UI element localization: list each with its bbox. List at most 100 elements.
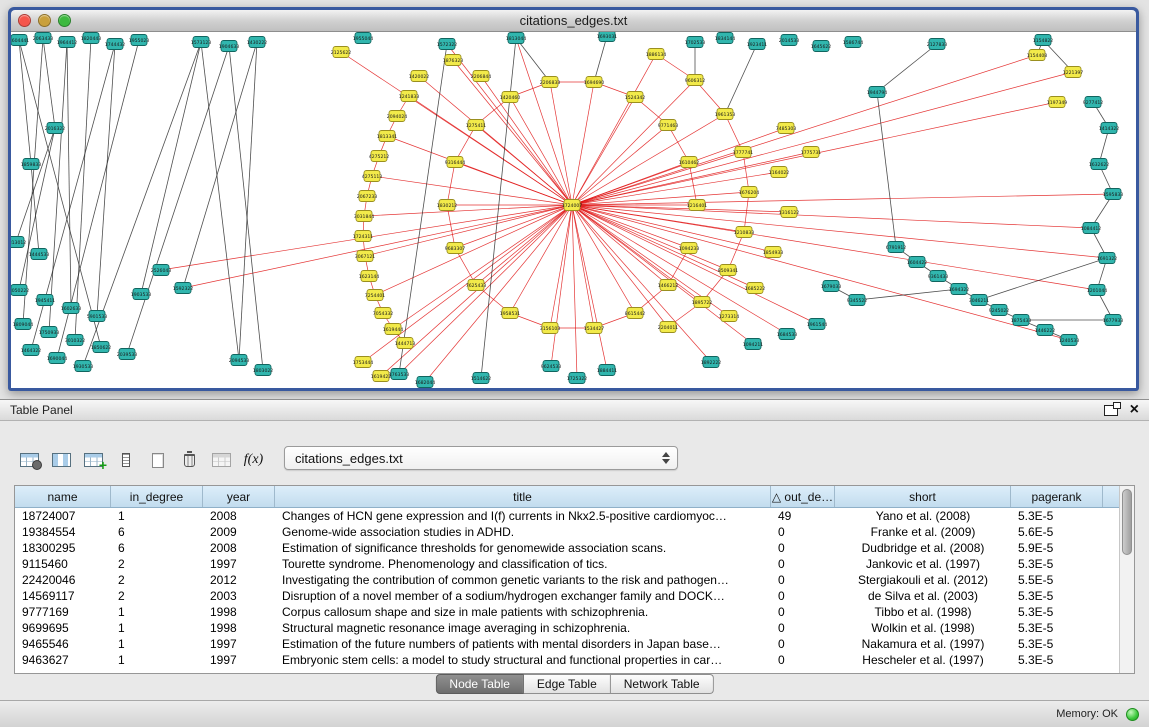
column-header-in_degree[interactable]: in_degree (111, 486, 203, 507)
graph-node-label: 1892222 (701, 360, 722, 366)
table-cell: 5.3E-5 (1011, 636, 1103, 652)
import-table-icon (212, 453, 231, 467)
table-cell: Changes of HCN gene expression and I(f) … (275, 508, 771, 524)
graph-node-label: 1586744 (843, 40, 864, 46)
graph-node-label: 1316122 (779, 210, 800, 216)
table-cell: 5.5E-5 (1011, 572, 1103, 588)
graph-node-label: 1923411 (747, 42, 768, 48)
graph-node-label: 9771463 (658, 123, 679, 129)
graph-node-label: 7254401 (365, 293, 386, 299)
close-button[interactable] (18, 14, 31, 27)
graph-node-label: 1094211 (743, 342, 764, 348)
network-canvas[interactable]: 1724007121640116104629771463152434216946… (11, 32, 1136, 388)
create-column-button[interactable] (80, 446, 107, 474)
table-cell: 2003 (203, 588, 275, 604)
table-row[interactable]: 1830029562008Estimation of significance … (15, 540, 1119, 556)
table-cell: 5.9E-5 (1011, 540, 1103, 556)
window-titlebar[interactable]: citations_edges.txt (11, 10, 1136, 32)
table-settings-button[interactable] (16, 446, 43, 474)
table-cell: 0 (771, 604, 835, 620)
graph-node-label: 3046211 (969, 298, 990, 304)
table-cell: Investigating the contribution of common… (275, 572, 771, 588)
graph-node-label: 1930533 (73, 364, 94, 370)
table-cell: 49 (771, 508, 835, 524)
graph-node-label: 1604441 (11, 38, 29, 44)
graph-edge (97, 44, 115, 316)
graph-edge (43, 38, 55, 128)
zoom-button[interactable] (58, 14, 71, 27)
scrollbar-thumb[interactable] (1122, 489, 1132, 555)
graph-node-label: 1466212 (658, 283, 679, 289)
graph-edge (572, 205, 787, 334)
graph-edge (419, 76, 572, 205)
table-row[interactable]: 1938455462009Genome-wide association stu… (15, 524, 1119, 540)
table-scrollbar[interactable] (1119, 486, 1134, 673)
graph-node-label: 1572322 (437, 42, 458, 48)
graph-edge (399, 205, 572, 374)
table-cell: 5.3E-5 (1011, 604, 1103, 620)
new-table-button[interactable] (144, 446, 171, 474)
table-cell: 1 (111, 636, 203, 652)
tab-edge-table[interactable]: Edge Table (524, 674, 611, 694)
import-table-button[interactable] (208, 446, 235, 474)
attribute-table: namein_degreeyeartitle△ out_de…shortpage… (14, 485, 1135, 674)
graph-node-label: 2039533 (117, 352, 138, 358)
table-selector-dropdown[interactable]: citations_edges.txt (284, 446, 678, 470)
table-row[interactable]: 946554611997Estimation of the future num… (15, 636, 1119, 652)
table-row[interactable]: 1872400712008Changes of HCN gene express… (15, 508, 1119, 524)
float-panel-button[interactable] (1104, 405, 1118, 416)
table-cell: 1998 (203, 604, 275, 620)
close-panel-button[interactable]: × (1130, 402, 1139, 418)
graph-node-label: 1094233 (679, 246, 700, 252)
graph-node-label: 1619444 (383, 327, 404, 333)
graph-edge (572, 205, 711, 362)
graph-node-label: 1414322 (1099, 126, 1120, 132)
tab-node-table[interactable]: Node Table (435, 674, 524, 694)
table-cell: 2012 (203, 572, 275, 588)
table-cell: 1998 (203, 620, 275, 636)
column-header-name[interactable]: name (15, 486, 111, 507)
select-columns-button[interactable] (48, 446, 75, 474)
graph-node-label: 1275411 (466, 123, 487, 129)
row-options-button[interactable] (112, 446, 139, 474)
table-row[interactable]: 946362711997Embryonic stem cells: a mode… (15, 652, 1119, 668)
graph-edge (725, 44, 757, 114)
graph-node-label: 1830212 (437, 203, 458, 209)
graph-node-label: 2067233 (357, 194, 378, 200)
function-builder-icon: f(x) (244, 452, 263, 468)
column-header-year[interactable]: year (203, 486, 275, 507)
graph-edge (387, 136, 572, 205)
table-row[interactable]: 2242004622012Investigating the contribut… (15, 572, 1119, 588)
graph-node-label: 8509341 (718, 268, 739, 274)
graph-node-label: 1945411 (35, 298, 56, 304)
tab-network-table[interactable]: Network Table (611, 674, 714, 694)
function-builder-button[interactable]: f(x) (240, 446, 267, 474)
table-row[interactable]: 911546021997Tourette syndrome. Phenomeno… (15, 556, 1119, 572)
window-title: citations_edges.txt (520, 13, 628, 28)
graph-node-label: 1420022 (409, 74, 430, 80)
graph-node-label: 1753444 (353, 360, 374, 366)
table-cell: Wolkin et al. (1998) (835, 620, 1011, 636)
table-cell: Tourette syndrome. Phenomenology and cla… (275, 556, 771, 572)
delete-table-button[interactable] (176, 446, 203, 474)
table-cell: 2 (111, 588, 203, 604)
table-row[interactable]: 969969511998Structural magnetic resonanc… (15, 620, 1119, 636)
table-cell: 5.3E-5 (1011, 620, 1103, 636)
graph-node-label: 4275212 (369, 154, 390, 160)
column-header-short[interactable]: short (835, 486, 1011, 507)
table-cell: 2 (111, 556, 203, 572)
minimize-button[interactable] (38, 14, 51, 27)
table-cell: Hescheler et al. (1997) (835, 652, 1011, 668)
graph-edge (572, 205, 1097, 290)
column-header-title[interactable]: title (275, 486, 771, 507)
table-row[interactable]: 1456911722003Disruption of a novel membe… (15, 588, 1119, 604)
table-cell: 5.3E-5 (1011, 556, 1103, 572)
table-toolbar: f(x) (16, 445, 267, 475)
graph-node-label: 2125622 (331, 50, 352, 56)
graph-node-label: 1958531 (500, 311, 521, 317)
table-row[interactable]: 977716911998Corpus callosum shape and si… (15, 604, 1119, 620)
column-header-out_degree[interactable]: △ out_de… (771, 486, 835, 507)
memory-status-icon (1126, 708, 1139, 721)
column-header-pagerank[interactable]: pagerank (1011, 486, 1103, 507)
create-column-icon (84, 453, 103, 467)
